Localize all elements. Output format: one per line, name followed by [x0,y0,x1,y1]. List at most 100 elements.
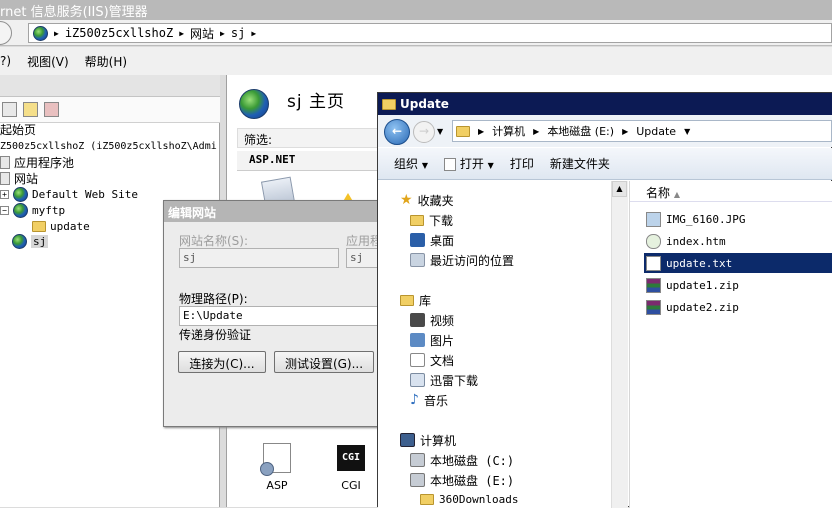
nav-label: 本地磁盘 (E:) [430,473,515,488]
file-name: update.txt [666,256,733,270]
recent-pages-chevron-icon[interactable]: ▼ [437,127,443,136]
chevron-right-icon[interactable]: ▶ [179,29,184,38]
back-arrow-icon[interactable]: ← [384,119,410,145]
chevron-down-icon: ▼ [421,161,428,170]
organize-button[interactable]: 组织 ▼ [394,155,428,172]
tree-label: myftp [32,203,66,217]
feature-label: ASP [266,479,288,492]
menu-item-partial[interactable]: ?) [0,54,11,68]
save-icon[interactable] [2,102,17,117]
nav-label: 音乐 [423,393,448,408]
breadcrumb-sj[interactable]: sj [231,26,245,40]
edit-site-dialog: 编辑网站 网站名称(S): 应用程 sj sj 物理路径(P): E:\Upda… [163,200,389,427]
drive-icon [410,473,425,487]
auth-label: 传递身份验证 [179,328,252,342]
chevron-right-icon[interactable]: ▶ [220,29,225,38]
expand-icon[interactable]: + [0,189,9,199]
name-column-header[interactable]: 名称 ▲ [630,181,832,202]
nav-desktop[interactable]: 桌面 [410,231,454,249]
nav-downloads[interactable]: 下载 [410,211,453,229]
scroll-up-arrow-icon[interactable]: ▲ [612,181,627,197]
disconnect-icon[interactable] [44,102,59,117]
site-name-field[interactable]: sj [179,248,339,268]
connect-as-button[interactable]: 连接为(C)... [178,351,266,373]
nav-360downloads[interactable]: 360Downloads [420,490,518,508]
breadcrumb-sites[interactable]: 网站 [190,25,214,42]
print-button[interactable]: 打印 [510,155,534,172]
file-row[interactable]: update1.zip [646,275,832,295]
globe-icon [33,25,48,41]
navigation-scrollbar[interactable]: ▲ [611,181,628,508]
globe-icon [239,89,269,119]
file-row[interactable]: update2.zip [646,297,832,317]
menu-item-help[interactable]: 帮助(H) [85,53,127,70]
filter-bar[interactable]: 筛选: [237,128,387,148]
explorer-address-bar[interactable]: ▶ 计算机 ▶ 本地磁盘 (E:) ▶ Update ▼ [452,120,832,142]
collapse-icon[interactable]: − [0,205,9,215]
chevron-right-icon[interactable]: ▶ [478,127,484,136]
nav-pictures[interactable]: 图片 [410,331,454,349]
breadcrumb-server[interactable]: iZ500z5cxllshoZ [65,26,173,40]
nav-thunder[interactable]: 迅雷下载 [410,371,478,389]
iis-breadcrumb[interactable]: ▶ iZ500z5cxllshoZ ▶ 网站 ▶ sj ▶ [28,23,832,43]
nav-computer[interactable]: 计算机 [400,431,456,449]
nav-drive-c[interactable]: 本地磁盘 (C:) [410,451,514,469]
tree-label: update [50,219,90,233]
file-row-selected[interactable]: update.txt [644,253,832,273]
address-update[interactable]: Update [636,125,676,138]
thunder-download-icon [410,373,425,387]
edit-dialog-title: 编辑网站 [164,201,377,222]
file-row[interactable]: index.htm [646,231,832,251]
navigation-pane: ★ 收藏夹 下载 桌面 最近访问的位置 库 视频 图片 文档 迅雷下载 ♪ 音乐… [378,181,611,508]
nav-label: 360Downloads [439,492,519,506]
tree-item-server[interactable]: Z500z5cxllshoZ (iZ500z5cxllshoZ\Admi [0,138,217,154]
test-settings-button[interactable]: 测试设置(G)... [274,351,374,373]
tree-label: 应用程序池 [14,155,75,170]
nav-music[interactable]: ♪ 音乐 [410,391,448,409]
nav-drive-e[interactable]: 本地磁盘 (E:) [410,471,514,489]
folder-up-icon[interactable] [23,102,38,117]
nav-videos[interactable]: 视频 [410,311,454,329]
address-computer[interactable]: 计算机 [492,123,525,139]
chevron-right-icon[interactable]: ▶ [251,29,256,38]
document-icon [444,158,456,171]
music-note-icon: ♪ [410,392,419,408]
feature-cgi[interactable]: CGI CGI [333,445,369,492]
tree-item-app-pools[interactable]: 应用程序池 [0,154,74,170]
physical-path-field[interactable]: E:\Update [179,306,389,326]
iis-back-button[interactable] [0,21,12,45]
nav-documents[interactable]: 文档 [410,351,454,369]
filter-label: 筛选: [244,133,273,147]
tree-item-sites[interactable]: 网站 [0,170,38,186]
nav-label: 视频 [430,313,455,328]
chevron-right-icon[interactable]: ▶ [54,29,59,38]
sites-icon [0,171,10,185]
nav-recent[interactable]: 最近访问的位置 [410,251,514,269]
chevron-right-icon[interactable]: ▶ [622,127,628,136]
iis-title-bar: rnet 信息服务(IIS)管理器 [0,0,832,20]
tree-item-update[interactable]: update [32,218,90,234]
file-row[interactable]: IMG_6160.JPG [646,209,832,229]
new-folder-button[interactable]: 新建文件夹 [550,155,610,172]
image-file-icon [646,211,661,227]
open-label: 打开 [459,157,484,171]
cgi-icon: CGI [337,445,365,471]
chevron-down-icon[interactable]: ▼ [684,127,690,136]
tree-item-myftp[interactable]: − myftp [0,202,65,218]
tree-item-default-site[interactable]: + Default Web Site [0,186,138,202]
forward-arrow-icon[interactable]: → [413,121,435,143]
nav-libraries[interactable]: 库 [400,291,431,309]
explorer-title-bar[interactable]: Update [378,93,832,115]
aspnet-group-header[interactable]: ASP.NET [237,151,387,171]
chevron-right-icon[interactable]: ▶ [533,127,539,136]
open-button[interactable]: 打开 ▼ [444,155,494,172]
feature-asp[interactable]: ASP [259,443,295,492]
tree-item-sj[interactable]: sj [12,233,49,249]
file-name: update2.zip [666,300,739,314]
address-drive-e[interactable]: 本地磁盘 (E:) [547,123,614,139]
page-title: sj 主页 [287,92,345,112]
tree-label: 起始页 [0,122,37,137]
menu-item-view[interactable]: 视图(V) [27,53,69,70]
tree-item-start-page[interactable]: 起始页 [0,121,36,137]
nav-favorites[interactable]: ★ 收藏夹 [400,191,454,209]
